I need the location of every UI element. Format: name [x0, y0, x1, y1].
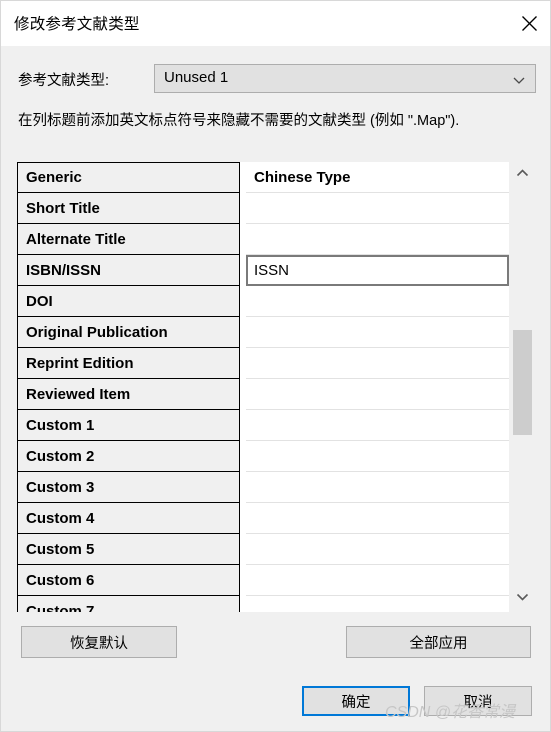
grid-value-cell[interactable] [246, 441, 509, 472]
reference-type-select[interactable]: Unused 1 [154, 64, 536, 93]
grid-value-cell[interactable] [246, 379, 509, 410]
grid-field-name-label: Short Title [26, 199, 100, 217]
table-row: Alternate Title [17, 224, 509, 255]
chevron-down-icon [515, 589, 530, 609]
grid-field-name-cell[interactable]: Reprint Edition [17, 348, 240, 379]
grid-field-name-label: Alternate Title [26, 230, 126, 248]
table-row: ISBN/ISSN ISSN [17, 255, 509, 286]
table-row: Custom 1 [17, 410, 509, 441]
grid-field-name-cell[interactable]: Custom 4 [17, 503, 240, 534]
grid-field-name-cell[interactable]: DOI [17, 286, 240, 317]
table-row: DOI [17, 286, 509, 317]
grid-value-cell[interactable] [246, 286, 509, 317]
grid-field-name-label: ISBN/ISSN [26, 261, 102, 279]
scroll-up-button[interactable] [509, 162, 536, 189]
grid-field-name-cell[interactable]: ISBN/ISSN [17, 255, 240, 286]
grid-rows-container: Generic Chinese Type Short Title Alternate … [17, 162, 509, 612]
grid-value-label: ISSN [254, 262, 290, 279]
grid-field-name-label: Custom 3 [26, 478, 95, 496]
grid-field-name-label: Custom 2 [26, 447, 95, 465]
scrollbar-thumb[interactable] [513, 330, 532, 435]
modify-reference-type-dialog: 修改参考文献类型 参考文献类型: Unused 1 在列标题前添加英文标点符号来… [0, 0, 551, 732]
grid-value-cell[interactable] [246, 193, 509, 224]
grid-field-name-cell[interactable]: Custom 1 [17, 410, 240, 441]
grid-field-name-label: Custom 6 [26, 571, 95, 589]
field-mapping-grid: Generic Chinese Type Short Title Alternate … [17, 162, 536, 612]
table-row: Custom 5 [17, 534, 509, 565]
table-row: Custom 4 [17, 503, 509, 534]
cancel-button[interactable]: 取消 [424, 686, 532, 716]
table-row: Reviewed Item [17, 379, 509, 410]
scroll-down-button[interactable] [509, 585, 536, 612]
grid-scrollbar[interactable] [509, 162, 536, 612]
restore-defaults-button[interactable]: 恢复默认 [21, 626, 177, 658]
grid-field-name-cell[interactable]: Reviewed Item [17, 379, 240, 410]
chevron-down-icon [512, 73, 526, 87]
page-title: 修改参考文献类型 [14, 16, 140, 33]
grid-field-name-label: Generic [26, 169, 82, 186]
grid-value-cell[interactable] [246, 224, 509, 255]
grid-value-cell[interactable] [246, 565, 509, 596]
grid-value-cell[interactable]: Chinese Type [246, 162, 509, 193]
grid-field-name-cell[interactable]: Custom 3 [17, 472, 240, 503]
hint-text: 在列标题前添加英文标点符号来隐藏不需要的文献类型 (例如 ".Map"). [18, 113, 460, 129]
grid-field-name-label: Reprint Edition [26, 354, 134, 372]
grid-value-cell[interactable] [246, 317, 509, 348]
reference-type-label: 参考文献类型: [18, 73, 110, 89]
table-row: Custom 7 [17, 596, 509, 612]
grid-field-name-cell[interactable]: Custom 6 [17, 565, 240, 596]
grid-field-name-label: DOI [26, 292, 53, 310]
grid-field-name-label: Custom 7 [26, 602, 95, 613]
table-row: Reprint Edition [17, 348, 509, 379]
grid-value-label: Chinese Type [254, 168, 351, 186]
ok-button[interactable]: 确定 [302, 686, 410, 716]
table-row: Original Publication [17, 317, 509, 348]
grid-field-name-cell[interactable]: Custom 5 [17, 534, 240, 565]
grid-field-name-label: Reviewed Item [26, 385, 131, 403]
apply-all-button[interactable]: 全部应用 [346, 626, 531, 658]
grid-value-cell[interactable] [246, 410, 509, 441]
close-button[interactable] [506, 1, 550, 46]
reference-type-value: Unused 1 [164, 69, 229, 86]
grid-field-name-cell[interactable]: Custom 2 [17, 441, 240, 472]
grid-value-cell[interactable] [246, 596, 509, 612]
grid-field-name-cell[interactable]: Original Publication [17, 317, 240, 348]
grid-value-cell[interactable] [246, 534, 509, 565]
grid-field-name-label: Custom 5 [26, 540, 95, 558]
table-row: Generic Chinese Type [17, 162, 509, 193]
chevron-up-icon [515, 166, 530, 186]
table-row: Custom 2 [17, 441, 509, 472]
grid-field-name-cell[interactable]: Short Title [17, 193, 240, 224]
title-bar: 修改参考文献类型 [1, 1, 550, 46]
grid-value-cell[interactable] [246, 503, 509, 534]
grid-value-cell[interactable] [246, 472, 509, 503]
grid-field-name-label: Custom 1 [26, 416, 95, 434]
table-row: Short Title [17, 193, 509, 224]
table-row: Custom 3 [17, 472, 509, 503]
grid-value-cell-editing[interactable]: ISSN [246, 255, 509, 286]
close-icon [521, 15, 538, 32]
grid-field-name-label: Original Publication [26, 323, 168, 341]
table-row: Custom 6 [17, 565, 509, 596]
grid-field-name-cell[interactable]: Alternate Title [17, 224, 240, 255]
grid-field-name-cell[interactable]: Generic [17, 162, 240, 193]
grid-field-name-cell[interactable]: Custom 7 [17, 596, 240, 612]
grid-field-name-label: Custom 4 [26, 509, 95, 527]
grid-value-cell[interactable] [246, 348, 509, 379]
